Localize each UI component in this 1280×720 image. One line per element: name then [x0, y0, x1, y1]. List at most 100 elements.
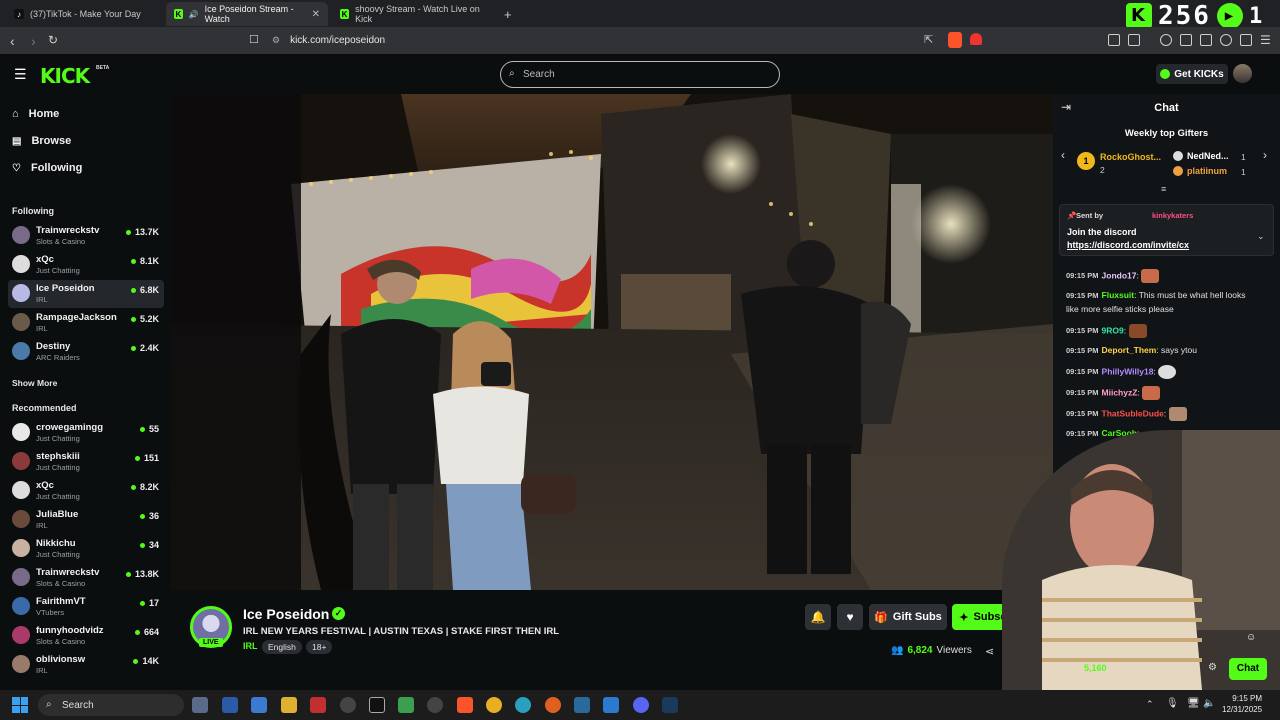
nav-browse[interactable]: ▤ Browse	[12, 135, 71, 147]
sidebar-channel-xqc[interactable]: xQc Just Chatting 8.1K	[8, 251, 164, 279]
pinned-link[interactable]: https://discord.com/invite/cx	[1067, 240, 1189, 250]
nav-following[interactable]: ♡ Following	[12, 162, 82, 174]
share-icon[interactable]: ⇱	[924, 33, 933, 46]
brave-icon[interactable]	[457, 697, 473, 713]
browser-tab-iceposeidon[interactable]: K 🔊 Ice Poseidon Stream - Watch ✕	[166, 2, 328, 26]
kick-logo[interactable]: KICK	[40, 64, 90, 88]
taskbar-clock[interactable]: 9:15 PM 12/31/2025	[1222, 693, 1262, 715]
network-icon[interactable]: 🖥	[1187, 698, 1200, 709]
sidebar-channel-crowegamingg[interactable]: crowegamingg Just Chatting 55	[8, 419, 164, 447]
bookmark-icon[interactable]: ☐	[249, 33, 259, 46]
tag-18plus[interactable]: 18+	[306, 640, 333, 654]
chevron-down-icon[interactable]: ⌄	[1257, 231, 1265, 242]
emoji-icon[interactable]: ☺	[1246, 632, 1256, 643]
discord-icon[interactable]	[633, 697, 649, 713]
gifter-name[interactable]: NedNed...	[1187, 151, 1229, 161]
sidebar-channel-rampagejackson[interactable]: RampageJackson IRL 5.2K	[8, 309, 164, 337]
screenshot-icon[interactable]	[1128, 34, 1140, 46]
brave-shield-icon[interactable]	[948, 32, 962, 48]
windows-taskbar: ⌕ Search ⌃ 🎙 🖥 🔈 9:15 PM 12/31/2025	[0, 690, 1280, 720]
chevron-left-icon[interactable]: ‹	[1061, 148, 1065, 162]
gifter-name[interactable]: platiinum	[1187, 166, 1227, 176]
sidebar-channel-juliablue[interactable]: JuliaBlue IRL 36	[8, 506, 164, 534]
get-kicks-button[interactable]: Get KICKs	[1156, 64, 1228, 84]
overlay-counter-suffix: 1	[1248, 3, 1265, 29]
avatar	[12, 423, 30, 441]
chevron-up-icon[interactable]: ⌃	[1146, 699, 1154, 710]
brave-rewards-icon[interactable]	[970, 33, 982, 45]
stream-category[interactable]: IRL	[243, 641, 258, 651]
chat-send-button[interactable]: Chat	[1229, 658, 1267, 680]
viewer-count: 2.4K	[130, 343, 159, 353]
steam-icon[interactable]	[662, 697, 678, 713]
star-icon: ✦	[959, 611, 969, 624]
reload-icon[interactable]: ↻	[48, 33, 58, 47]
close-tab-icon[interactable]: ✕	[312, 9, 320, 20]
sidebar-channel-oblivionsw[interactable]: oblivionsw IRL 14K	[8, 651, 164, 679]
wallet-icon[interactable]	[1200, 34, 1212, 46]
app-icon[interactable]	[310, 697, 326, 713]
chevron-right-icon[interactable]: ›	[1263, 148, 1267, 162]
sidebar-channel-funnyhoodvidz[interactable]: funnyhoodvidz Slots & Casino 664	[8, 622, 164, 650]
app-icon[interactable]	[398, 697, 414, 713]
sidebar-channel-fairithmvt[interactable]: FairithmVT VTubers 17	[8, 593, 164, 621]
back-icon[interactable]: ‹	[10, 33, 15, 49]
emote-icon	[1158, 365, 1177, 379]
sidebar-channel-nikkichu[interactable]: Nikkichu Just Chatting 34	[8, 535, 164, 563]
forward-icon[interactable]: ›	[31, 33, 36, 49]
user-avatar[interactable]	[1233, 64, 1252, 83]
firefox-icon[interactable]	[545, 697, 561, 713]
expand-icon[interactable]: ≡	[1161, 184, 1166, 194]
sidebar-channel-iceposeidon[interactable]: Ice Poseidon IRL 6.8K	[8, 280, 164, 308]
browser-tab-shoovy[interactable]: K shoovy Stream - Watch Live on Kick	[332, 2, 494, 26]
volume-icon[interactable]: 🔈	[1203, 698, 1215, 709]
hamburger-menu-icon[interactable]: ☰	[14, 66, 27, 83]
sidebar-channel-trainwreckstv-rec[interactable]: Trainwreckstv Slots & Casino 13.8K	[8, 564, 164, 592]
menu-icon[interactable]: ☰	[1260, 33, 1271, 47]
new-tab-button[interactable]: +	[496, 2, 516, 26]
sidebar-icon[interactable]	[1180, 34, 1192, 46]
nav-home[interactable]: ⌂ Home	[12, 108, 59, 120]
address-bar[interactable]: ⚙ kick.com/iceposeidon	[268, 30, 988, 51]
app-icon[interactable]	[574, 697, 590, 713]
notification-bell-button[interactable]: 🔔	[805, 604, 831, 630]
windows-start-icon[interactable]	[12, 697, 28, 713]
app-icon[interactable]	[251, 697, 267, 713]
avatar	[12, 510, 30, 528]
sidebar-channel-trainwreckstv[interactable]: Trainwreckstv Slots & Casino 13.7K	[8, 222, 164, 250]
avatar	[12, 452, 30, 470]
app-icon[interactable]	[340, 697, 356, 713]
emote-icon	[1142, 386, 1161, 400]
gifter-name[interactable]: RockoGhost...	[1100, 152, 1161, 162]
sidebar-channel-destiny[interactable]: Destiny ARC Raiders 2.4K	[8, 338, 164, 366]
leo-icon[interactable]	[1220, 34, 1232, 46]
taskbar-search[interactable]: ⌕ Search	[38, 694, 184, 716]
extensions-icon[interactable]	[1108, 34, 1120, 46]
app-icon[interactable]	[427, 697, 443, 713]
vpn-icon[interactable]	[1240, 34, 1252, 46]
task-view-icon[interactable]	[192, 697, 208, 713]
edge-icon[interactable]	[515, 697, 531, 713]
sidebar-channel-xqc-rec[interactable]: xQc Just Chatting 8.2K	[8, 477, 164, 505]
viewer-counter: 👥 6,824 Viewers	[891, 645, 972, 656]
video-player[interactable]	[171, 94, 1053, 590]
chrome-icon[interactable]	[486, 697, 502, 713]
app-icon[interactable]	[369, 697, 385, 713]
sidebar-channel-stephskiii[interactable]: stephskiii Just Chatting 151	[8, 448, 164, 476]
vscode-icon[interactable]	[603, 697, 619, 713]
outlook-icon[interactable]	[222, 697, 238, 713]
gift-subs-button[interactable]: 🎁 Gift Subs	[869, 604, 947, 630]
follow-heart-button[interactable]: ♥	[837, 604, 863, 630]
site-info-icon[interactable]: ⚙	[272, 35, 280, 46]
streamer-name[interactable]: Ice Poseidon	[243, 606, 329, 622]
share-icon[interactable]: ⋖	[985, 645, 994, 658]
media-icon[interactable]	[1160, 34, 1172, 46]
show-more-link[interactable]: Show More	[12, 378, 57, 388]
file-explorer-icon[interactable]	[281, 697, 297, 713]
browser-tab-tiktok[interactable]: ♪ (37)TikTok - Make Your Day	[6, 2, 162, 26]
search-input[interactable]: ⌕ Search	[500, 61, 780, 88]
settings-gear-icon[interactable]: ⚙	[1208, 662, 1217, 673]
pinned-sender[interactable]: kinkykaters	[1152, 211, 1193, 220]
microphone-icon[interactable]: 🎙	[1166, 698, 1179, 709]
tag-english[interactable]: English	[262, 640, 302, 654]
